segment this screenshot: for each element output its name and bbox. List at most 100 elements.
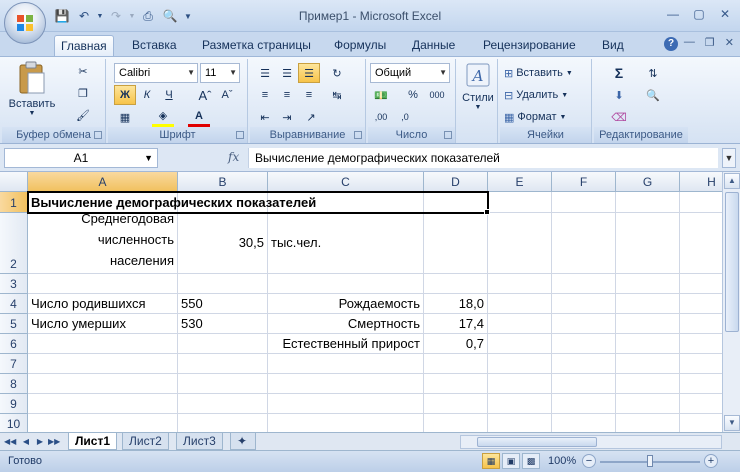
format-cells-button[interactable]: ▦ Формат ▼ xyxy=(504,107,566,127)
grid-cell[interactable] xyxy=(268,354,424,374)
grid-cell[interactable] xyxy=(680,314,722,334)
grid-cell[interactable] xyxy=(616,374,680,394)
align-middle-icon[interactable]: ☰ xyxy=(276,63,298,83)
grid-cell[interactable] xyxy=(424,354,488,374)
grid-cell[interactable] xyxy=(178,334,268,354)
grid-cell[interactable] xyxy=(616,274,680,294)
row-header-10[interactable]: 10 xyxy=(0,414,28,432)
grid-cell[interactable] xyxy=(28,354,178,374)
grid-cell[interactable] xyxy=(178,374,268,394)
horizontal-scrollbar[interactable] xyxy=(460,435,722,449)
column-header-g[interactable]: G xyxy=(616,172,680,192)
grid-cell[interactable] xyxy=(28,334,178,354)
grid-cell[interactable] xyxy=(552,414,616,432)
workbook-restore-icon[interactable]: ❐ xyxy=(705,36,715,49)
grid-cell[interactable] xyxy=(488,354,552,374)
grid-cell[interactable] xyxy=(488,192,552,213)
align-center-icon[interactable]: ≡ xyxy=(276,85,298,105)
decrease-decimal-icon[interactable]: ,0 xyxy=(394,107,416,127)
grid-cell[interactable] xyxy=(28,374,178,394)
sheet-tab-3[interactable]: Лист3 xyxy=(176,433,223,450)
grid-cell[interactable] xyxy=(28,274,178,294)
borders-icon[interactable]: ▦ xyxy=(114,107,136,127)
fill-icon[interactable]: ⬇ xyxy=(608,85,630,105)
horizontal-scroll-thumb[interactable] xyxy=(477,437,597,447)
grid-cell[interactable] xyxy=(28,394,178,414)
workbook-close-icon[interactable]: ✕ xyxy=(725,36,734,49)
grid-cell[interactable] xyxy=(552,374,616,394)
decrease-indent-icon[interactable]: ⇤ xyxy=(254,107,276,127)
sort-filter-icon[interactable]: ⇅ xyxy=(642,63,664,83)
minimize-icon[interactable]: — xyxy=(664,6,682,22)
grid-cell[interactable] xyxy=(680,374,722,394)
font-color-icon[interactable]: A xyxy=(188,107,210,127)
copy-icon[interactable]: ❐ xyxy=(72,83,94,103)
dialog-launcher-icon[interactable] xyxy=(236,131,244,139)
grid-cell[interactable] xyxy=(680,213,722,274)
row-header-2[interactable]: 2 xyxy=(0,213,28,274)
sheet-tab-2[interactable]: Лист2 xyxy=(122,433,169,450)
cell-c4[interactable]: Рождаемость xyxy=(268,294,424,314)
underline-button[interactable]: Ч xyxy=(158,85,180,105)
cell-d5[interactable]: 17,4 xyxy=(424,314,488,334)
grid-cell[interactable] xyxy=(268,374,424,394)
column-header-a[interactable]: A xyxy=(28,172,178,192)
grid-cell[interactable] xyxy=(178,414,268,432)
grid-cell[interactable] xyxy=(680,274,722,294)
fill-color-icon[interactable]: ◈ xyxy=(152,107,174,127)
currency-icon[interactable]: 💵 xyxy=(370,85,392,105)
cell-c6[interactable]: Естественный прирост xyxy=(268,334,424,354)
row-header-5[interactable]: 5 xyxy=(0,314,28,334)
normal-view-icon[interactable]: ▦ xyxy=(482,453,500,469)
percent-icon[interactable]: % xyxy=(402,85,424,105)
column-header-f[interactable]: F xyxy=(552,172,616,192)
tab-review[interactable]: Рецензирование xyxy=(477,35,582,56)
grid-cell[interactable] xyxy=(178,354,268,374)
next-sheet-icon[interactable]: ▶ xyxy=(34,435,46,449)
thousands-icon[interactable]: 000 xyxy=(426,85,448,105)
grid-cell[interactable] xyxy=(424,274,488,294)
row-header-8[interactable]: 8 xyxy=(0,374,28,394)
zoom-in-icon[interactable]: + xyxy=(704,454,718,468)
column-header-d[interactable]: D xyxy=(424,172,488,192)
grid-cell[interactable] xyxy=(616,294,680,314)
grid-cell[interactable] xyxy=(488,294,552,314)
grid-cell[interactable] xyxy=(552,314,616,334)
grid-cell[interactable] xyxy=(616,394,680,414)
delete-cells-button[interactable]: ⊟ Удалить ▼ xyxy=(504,85,568,105)
insert-cells-button[interactable]: ⊞ Вставить ▼ xyxy=(504,63,573,83)
cut-icon[interactable]: ✂ xyxy=(72,61,94,81)
grid-cell[interactable] xyxy=(680,334,722,354)
grid-cell[interactable] xyxy=(488,334,552,354)
grid-cell[interactable] xyxy=(552,294,616,314)
wrap-text-icon[interactable]: ↻ xyxy=(326,63,348,83)
row-header-4[interactable]: 4 xyxy=(0,294,28,314)
format-painter-icon[interactable]: 🖌 xyxy=(72,105,94,125)
fill-handle[interactable] xyxy=(484,209,490,215)
office-button[interactable] xyxy=(4,2,46,44)
tab-page-layout[interactable]: Разметка страницы xyxy=(196,35,317,56)
cell-b5[interactable]: 530 xyxy=(178,314,268,334)
clear-icon[interactable]: ⌫ xyxy=(608,107,630,127)
grid-cell[interactable] xyxy=(616,192,680,213)
number-format-combo[interactable]: Общий ▼ xyxy=(370,63,450,83)
column-header-h[interactable]: H xyxy=(680,172,722,192)
close-icon[interactable]: ✕ xyxy=(716,6,734,22)
zoom-out-icon[interactable]: − xyxy=(582,454,596,468)
row-header-1[interactable]: 1 xyxy=(0,192,28,213)
grid-cell[interactable] xyxy=(616,354,680,374)
align-bottom-icon[interactable]: ☰ xyxy=(298,63,320,83)
row-header-6[interactable]: 6 xyxy=(0,334,28,354)
grid-cell[interactable] xyxy=(552,192,616,213)
grid-cell[interactable] xyxy=(680,354,722,374)
tab-insert[interactable]: Вставка xyxy=(126,35,183,56)
grid-cell[interactable] xyxy=(488,394,552,414)
row-header-9[interactable]: 9 xyxy=(0,394,28,414)
grid-cell[interactable] xyxy=(616,314,680,334)
zoom-slider-thumb[interactable] xyxy=(647,455,653,467)
grid-cell[interactable] xyxy=(28,414,178,432)
dialog-launcher-icon[interactable] xyxy=(354,131,362,139)
cell-c2[interactable]: тыс.чел. xyxy=(268,213,424,274)
increase-decimal-icon[interactable]: ,00 xyxy=(370,107,392,127)
grid-cell[interactable] xyxy=(488,314,552,334)
